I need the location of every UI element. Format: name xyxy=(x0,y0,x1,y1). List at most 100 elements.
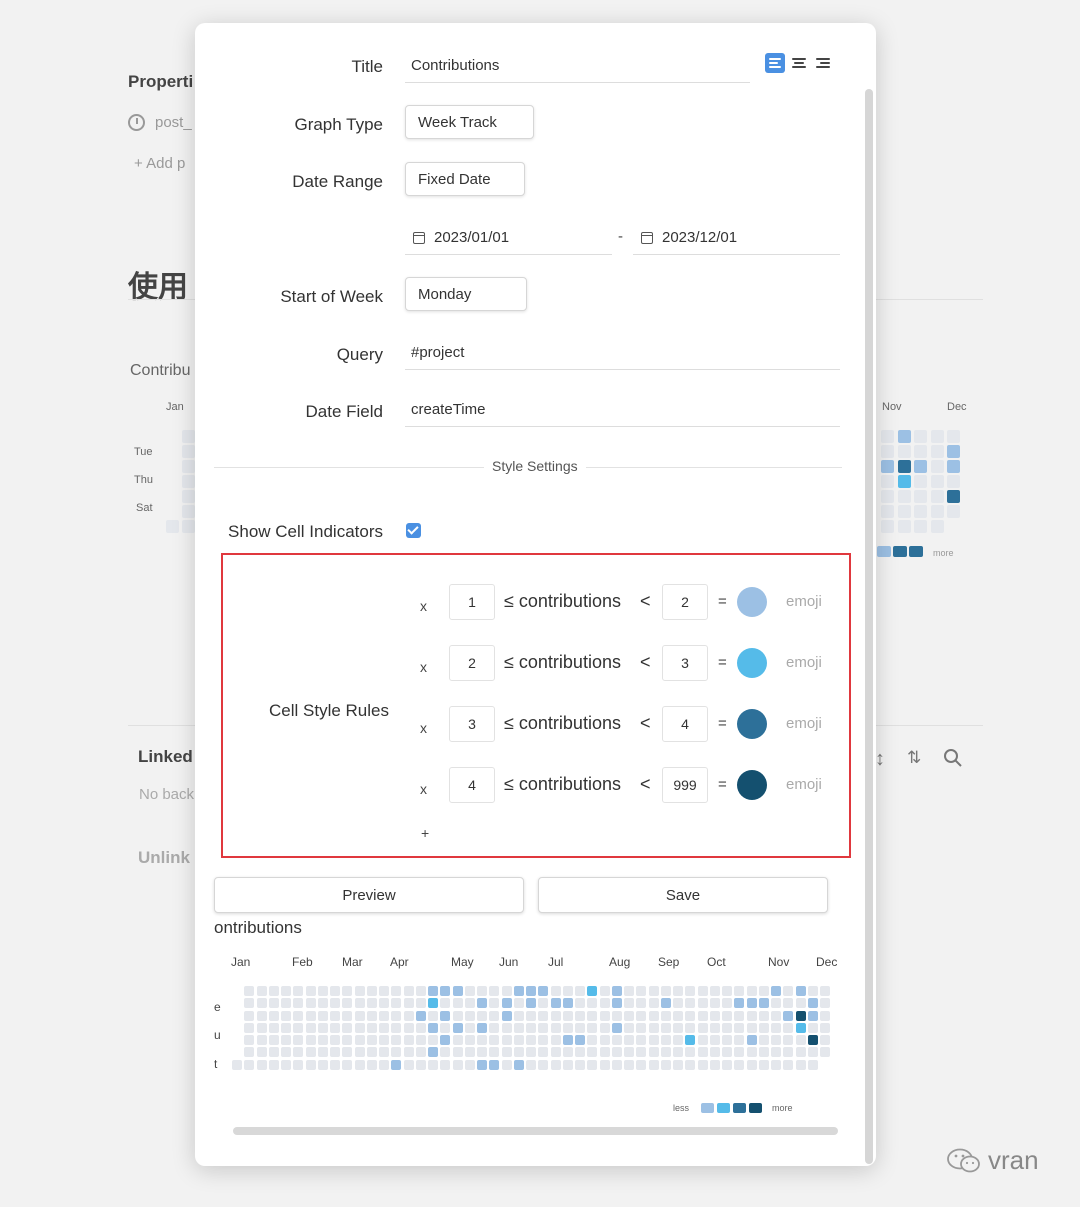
expand-vertical-icon[interactable]: ↕ xyxy=(875,748,885,771)
bg-month-label: Dec xyxy=(947,401,967,413)
heatmap-cell xyxy=(268,1035,279,1045)
heatmap-cell xyxy=(281,1047,291,1058)
heatmap-cell xyxy=(489,1010,500,1021)
heatmap-cell xyxy=(293,1059,304,1070)
heatmap-cell xyxy=(366,998,377,1009)
bg-heatmap-cell xyxy=(182,475,195,488)
remove-rule-button[interactable]: x xyxy=(420,781,427,797)
rule-le-text: ≤ xyxy=(504,652,514,672)
add-rule-button[interactable]: + xyxy=(421,825,429,841)
remove-rule-button[interactable]: x xyxy=(420,598,427,614)
heatmap-cell xyxy=(673,1059,683,1070)
end-date-value: 2023/12/01 xyxy=(662,229,738,246)
heatmap-cell xyxy=(611,1035,622,1045)
bg-heatmap-cell xyxy=(914,460,927,473)
heatmap-cell xyxy=(317,1035,328,1045)
query-label: Query xyxy=(336,345,383,364)
start-date-input[interactable]: 2023/01/01 xyxy=(405,221,612,255)
align-center-button[interactable] xyxy=(789,53,809,73)
preview-button[interactable]: Preview xyxy=(214,877,524,913)
heatmap-cell xyxy=(526,1035,536,1045)
heatmap-cell xyxy=(587,986,598,996)
bg-heatmap-cell xyxy=(931,505,944,518)
rule-field-text: contributions xyxy=(518,591,621,611)
heatmap-cell xyxy=(256,1010,267,1021)
rule-min-input[interactable]: 1 xyxy=(449,584,495,620)
heatmap-cell xyxy=(636,986,647,996)
date-range-select[interactable]: Fixed Date xyxy=(405,162,525,196)
bg-heatmap-cell xyxy=(881,505,894,518)
post-property[interactable]: post_ xyxy=(128,114,192,131)
rule-emoji-input[interactable]: emoji xyxy=(786,776,822,793)
show-cell-indicators-checkbox[interactable] xyxy=(406,523,421,538)
rule-max-input[interactable]: 3 xyxy=(662,645,708,681)
rule-emoji-input[interactable]: emoji xyxy=(786,715,822,732)
heatmap-cell xyxy=(281,1059,291,1070)
rule-min-input[interactable]: 4 xyxy=(449,767,495,803)
bg-heatmap-cell xyxy=(947,475,960,488)
rule-color-swatch[interactable] xyxy=(737,770,767,800)
rule-min-input[interactable]: 3 xyxy=(449,706,495,742)
calendar-icon xyxy=(641,231,653,244)
rule-emoji-input[interactable]: emoji xyxy=(786,654,822,671)
heatmap-cell xyxy=(513,1010,524,1021)
sort-icon[interactable]: ⇅ xyxy=(907,748,921,771)
heatmap-cell xyxy=(624,1059,634,1070)
bg-legend-more: more xyxy=(933,548,954,558)
remove-rule-button[interactable]: x xyxy=(420,659,427,675)
rule-color-swatch[interactable] xyxy=(737,648,767,678)
heatmap-cell xyxy=(244,1010,255,1021)
end-date-input[interactable]: 2023/12/01 xyxy=(633,221,840,255)
bg-heatmap-cell xyxy=(931,445,944,458)
rule-max-input[interactable]: 4 xyxy=(662,706,708,742)
heatmap-cell xyxy=(599,1010,610,1021)
preview-horizontal-scrollbar[interactable] xyxy=(233,1127,838,1135)
rule-emoji-input[interactable]: emoji xyxy=(786,593,822,610)
linked-heading: Linked xyxy=(138,747,193,766)
rule-color-swatch[interactable] xyxy=(737,587,767,617)
rule-min-input[interactable]: 2 xyxy=(449,645,495,681)
bg-heatmap-cell xyxy=(166,520,179,533)
heatmap-cell xyxy=(428,1035,438,1045)
query-input[interactable]: #project xyxy=(405,336,840,370)
title-input[interactable]: Contributions xyxy=(405,49,750,83)
align-right-button[interactable] xyxy=(813,53,833,73)
preview-month-label: Jan xyxy=(231,955,251,969)
modal-scrollbar[interactable] xyxy=(865,89,873,1164)
heatmap-cell xyxy=(697,1010,708,1021)
bg-heatmap-cell xyxy=(182,505,195,518)
heatmap-cell xyxy=(685,998,696,1009)
search-icon[interactable] xyxy=(943,748,963,768)
start-of-week-select[interactable]: Monday xyxy=(405,277,527,311)
heatmap-cell xyxy=(660,998,671,1009)
heatmap-cell xyxy=(575,1059,585,1070)
bg-heatmap-cell xyxy=(931,460,944,473)
heatmap-cell xyxy=(636,1022,647,1033)
heatmap-cell xyxy=(636,1059,647,1070)
save-button[interactable]: Save xyxy=(538,877,828,913)
heatmap-cell xyxy=(771,1047,781,1058)
date-field-input[interactable]: createTime xyxy=(405,393,840,427)
rule-color-swatch[interactable] xyxy=(737,709,767,739)
add-property-button[interactable]: + Add p xyxy=(134,155,185,172)
heatmap-cell xyxy=(477,986,487,996)
heatmap-cell xyxy=(820,1010,830,1021)
heatmap-cell xyxy=(256,1047,267,1058)
heatmap-cell xyxy=(648,1047,659,1058)
heatmap-cell xyxy=(624,986,634,996)
heatmap-cell xyxy=(709,1035,720,1045)
rule-max-input[interactable]: 999 xyxy=(662,767,708,803)
heatmap-cell xyxy=(783,1035,794,1045)
remove-rule-button[interactable]: x xyxy=(420,720,427,736)
heatmap-cell xyxy=(562,1047,573,1058)
heatmap-cell xyxy=(526,998,536,1009)
heatmap-cell xyxy=(673,998,683,1009)
heatmap-cell xyxy=(342,1047,353,1058)
align-left-button[interactable] xyxy=(765,53,785,73)
graph-type-select[interactable]: Week Track xyxy=(405,105,534,139)
rule-max-input[interactable]: 2 xyxy=(662,584,708,620)
legend-swatch xyxy=(717,1103,731,1113)
preview-graph-title: ontributions xyxy=(214,918,302,937)
heatmap-cell xyxy=(550,1010,561,1021)
bg-heatmap-cell xyxy=(898,475,911,488)
